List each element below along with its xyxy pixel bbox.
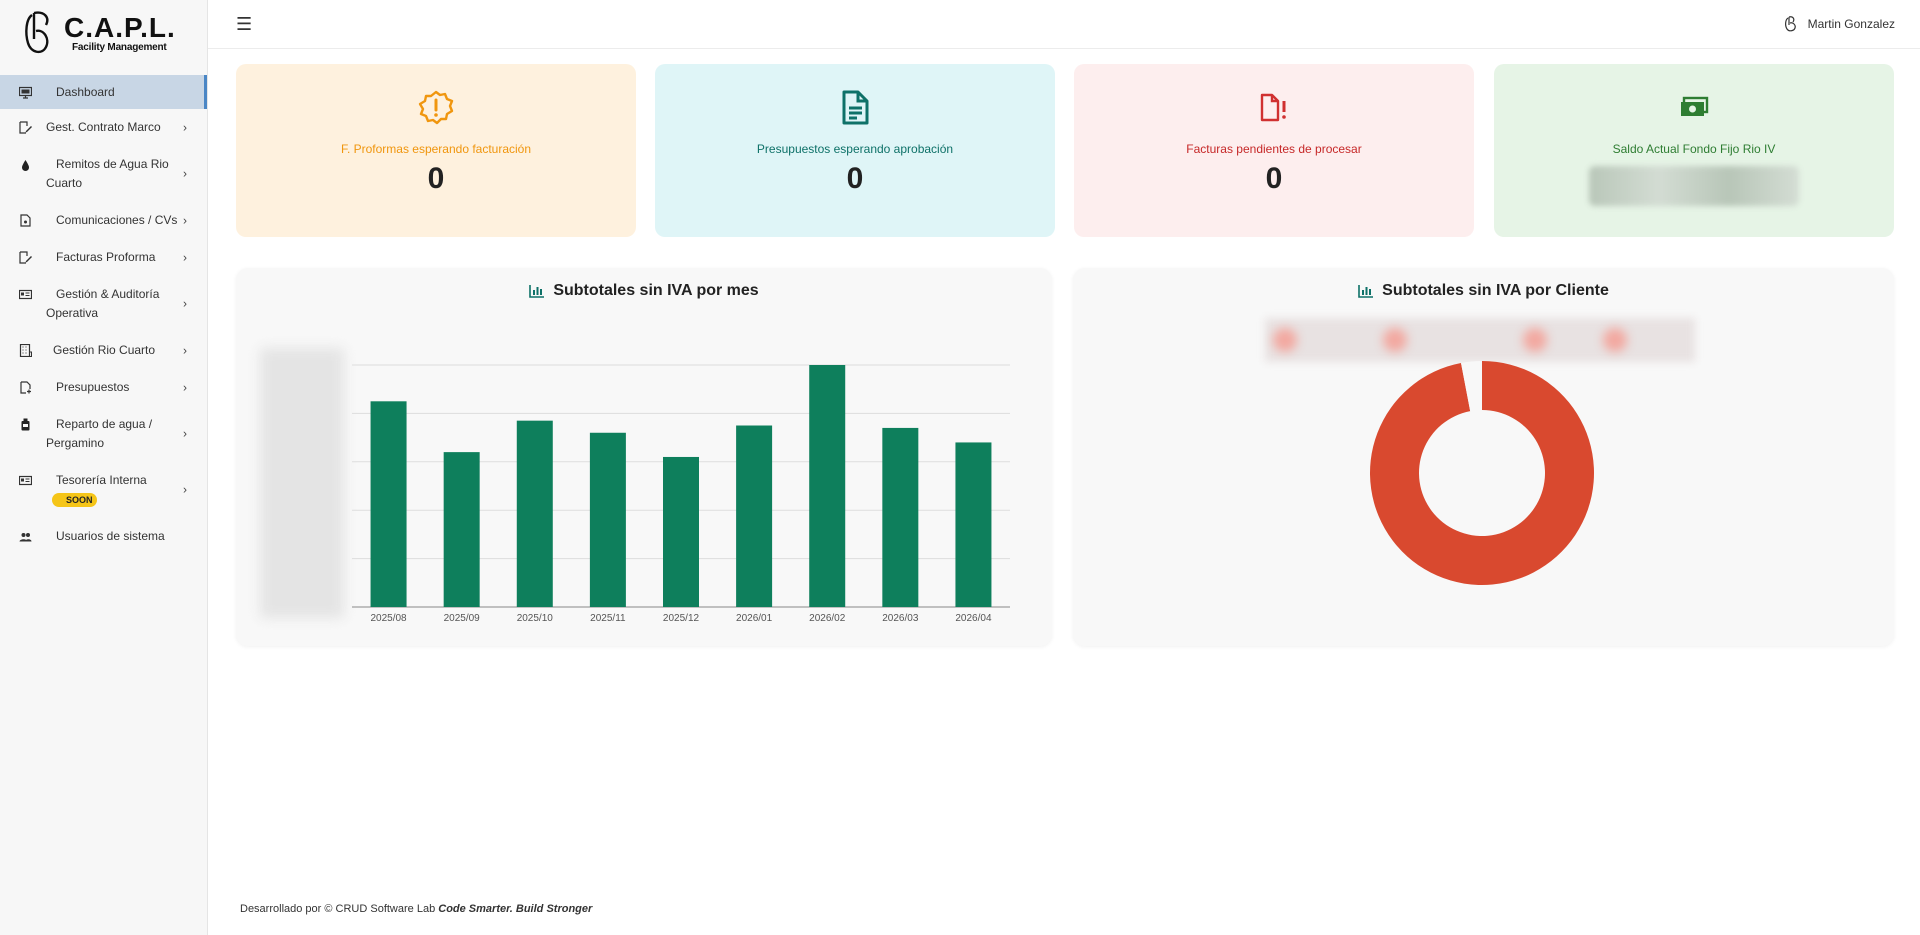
hamburger-icon[interactable]: ☰ — [236, 14, 252, 35]
legend-swatch — [1273, 328, 1297, 352]
chevron-right-icon: › — [183, 296, 187, 311]
chevron-right-icon: › — [183, 166, 187, 181]
sidebar-item-label: Tesorería Interna — [56, 473, 147, 487]
x-tick-label: 2026/04 — [955, 613, 992, 624]
chevron-right-icon: › — [183, 426, 187, 441]
sidebar-item-label: Presupuestos — [56, 380, 130, 394]
card-proformas[interactable]: F. Proformas esperando facturación 0 — [236, 64, 636, 237]
sidebar-item-tesoreria[interactable]: Tesorería Interna SOON › — [0, 462, 207, 518]
user-name: Martin Gonzalez — [1807, 17, 1895, 31]
donut-chart — [1265, 318, 1695, 585]
card-value: 0 — [427, 162, 445, 195]
card-presupuestos[interactable]: Presupuestos esperando aprobación 0 — [655, 64, 1055, 237]
card-facturas[interactable]: Facturas pendientes de procesar 0 — [1074, 64, 1474, 237]
sidebar-item-auditoria[interactable]: Gestión & Auditoría Operativa › — [0, 276, 207, 332]
sidebar-item-label: Gest. Contrato Marco — [46, 120, 161, 134]
sidebar-item-label: Remitos de Agua Rio Cuarto — [46, 157, 169, 190]
bar[interactable] — [736, 425, 773, 608]
sidebar-item-facturas-proforma[interactable]: Facturas Proforma › — [0, 239, 207, 276]
bar[interactable] — [882, 427, 919, 607]
sidebar-item-comunicaciones[interactable]: Comunicaciones / CVs › — [0, 202, 207, 239]
card-fondo-fijo[interactable]: Saldo Actual Fondo Fijo Rio IV — [1494, 64, 1894, 237]
sidebar-item-label: Gestión Rio Cuarto — [53, 343, 156, 357]
sidebar-item-label: Usuarios de sistema — [56, 529, 165, 543]
blurred-y-axis — [260, 348, 344, 618]
edit-doc-icon — [19, 251, 32, 264]
brand-logo[interactable]: C.A.P.L. Facility Management — [0, 0, 207, 66]
x-tick-label: 2026/01 — [736, 613, 773, 624]
x-tick-label: 2025/10 — [517, 613, 554, 624]
bar[interactable] — [809, 365, 846, 607]
brand-subtitle: Facility Management — [72, 41, 167, 53]
footer: Desarrollado por © CRUD Software Lab Cod… — [240, 903, 592, 915]
legend-swatch — [1523, 328, 1547, 352]
bar[interactable] — [443, 452, 480, 607]
brand-title: C.A.P.L. — [64, 11, 176, 43]
card-value: 0 — [846, 162, 864, 195]
soon-badge: SOON — [52, 493, 97, 507]
sidebar-item-gestion-rio-cuarto[interactable]: Gestión Rio Cuarto › — [0, 332, 207, 369]
card-label: Saldo Actual Fondo Fijo Rio IV — [1612, 142, 1776, 156]
chart-panel-client: Subtotales sin IVA por Cliente — [1073, 268, 1894, 646]
money-bill-icon — [1679, 88, 1709, 128]
x-tick-label: 2025/08 — [370, 613, 407, 624]
bar[interactable] — [589, 432, 626, 607]
sidebar-item-label: Facturas Proforma — [56, 250, 156, 264]
footer-text: Desarrollado por © CRUD Software Lab — [240, 903, 436, 915]
chevron-right-icon: › — [183, 380, 187, 394]
user-menu[interactable]: Martin Gonzalez — [1784, 16, 1895, 32]
card-label: Facturas pendientes de procesar — [1186, 142, 1362, 156]
sidebar-item-label: Gestión & Auditoría Operativa — [46, 287, 160, 320]
document-icon — [841, 88, 869, 128]
file-plus-icon — [19, 381, 32, 394]
card-label: Presupuestos esperando aprobación — [756, 142, 954, 156]
sidebar-item-label: Comunicaciones / CVs — [56, 213, 178, 227]
sidebar-item-label: Reparto de agua / Pergamino — [46, 417, 153, 450]
stat-cards: F. Proformas esperando facturación 0 Pre… — [236, 64, 1894, 237]
chevron-right-icon: › — [183, 343, 187, 357]
blurred-balance — [1589, 166, 1799, 206]
file-alert-icon — [1259, 88, 1289, 128]
monitor-icon — [19, 86, 32, 99]
bar[interactable] — [516, 420, 553, 607]
money-icon — [19, 474, 32, 487]
capl-logo-icon — [25, 11, 49, 54]
file-icon — [19, 214, 32, 227]
sidebar-nav: Dashboard Gest. Contrato Marco › Remitos… — [0, 75, 207, 555]
bar-chart: 2025/08 2025/09 2025/10 2025/11 2025/12 2026/… — [260, 348, 1010, 624]
bar[interactable] — [955, 442, 992, 607]
card-label: F. Proformas esperando facturación — [340, 142, 532, 156]
sidebar-item-reparto-agua[interactable]: Reparto de agua / Pergamino › — [0, 406, 207, 462]
users-icon — [19, 530, 32, 543]
alert-badge-icon — [418, 88, 454, 128]
user-logo-icon — [1784, 16, 1796, 32]
x-tick-label: 2025/09 — [444, 613, 481, 624]
topbar: ☰ Martin Gonzalez — [208, 0, 1920, 49]
legend-swatch — [1383, 328, 1407, 352]
chevron-right-icon: › — [183, 482, 187, 497]
sidebar-item-usuarios[interactable]: Usuarios de sistema — [0, 518, 207, 555]
bar[interactable] — [663, 456, 699, 607]
sidebar-item-contrato-marco[interactable]: Gest. Contrato Marco › — [0, 109, 207, 146]
sidebar-item-label: Dashboard — [56, 84, 115, 99]
card-value: 0 — [1265, 162, 1283, 195]
chart-panel-monthly: Subtotales sin IVA por mes 2025/08 2025/0… — [236, 268, 1052, 646]
bar[interactable] — [370, 401, 407, 607]
sidebar-item-dashboard[interactable]: Dashboard — [0, 75, 207, 109]
sidebar-item-remitos-agua[interactable]: Remitos de Agua Rio Cuarto › — [0, 146, 207, 202]
chevron-right-icon: › — [183, 213, 187, 227]
x-tick-label: 2026/03 — [882, 613, 919, 624]
chevron-right-icon: › — [183, 120, 187, 134]
blurred-legend — [1265, 318, 1695, 362]
x-tick-label: 2025/12 — [663, 613, 700, 624]
x-tick-label: 2026/02 — [809, 613, 846, 624]
building-icon — [19, 344, 32, 357]
sidebar-item-presupuestos[interactable]: Presupuestos › — [0, 369, 207, 406]
edit-doc-icon — [19, 121, 32, 134]
sidebar: C.A.P.L. Facility Management Dashboard G… — [0, 0, 208, 935]
footer-tagline: Code Smarter. Build Stronger — [438, 903, 593, 915]
x-tick-label: 2025/11 — [590, 613, 626, 624]
legend-swatch — [1603, 328, 1627, 352]
chevron-right-icon: › — [183, 250, 187, 264]
